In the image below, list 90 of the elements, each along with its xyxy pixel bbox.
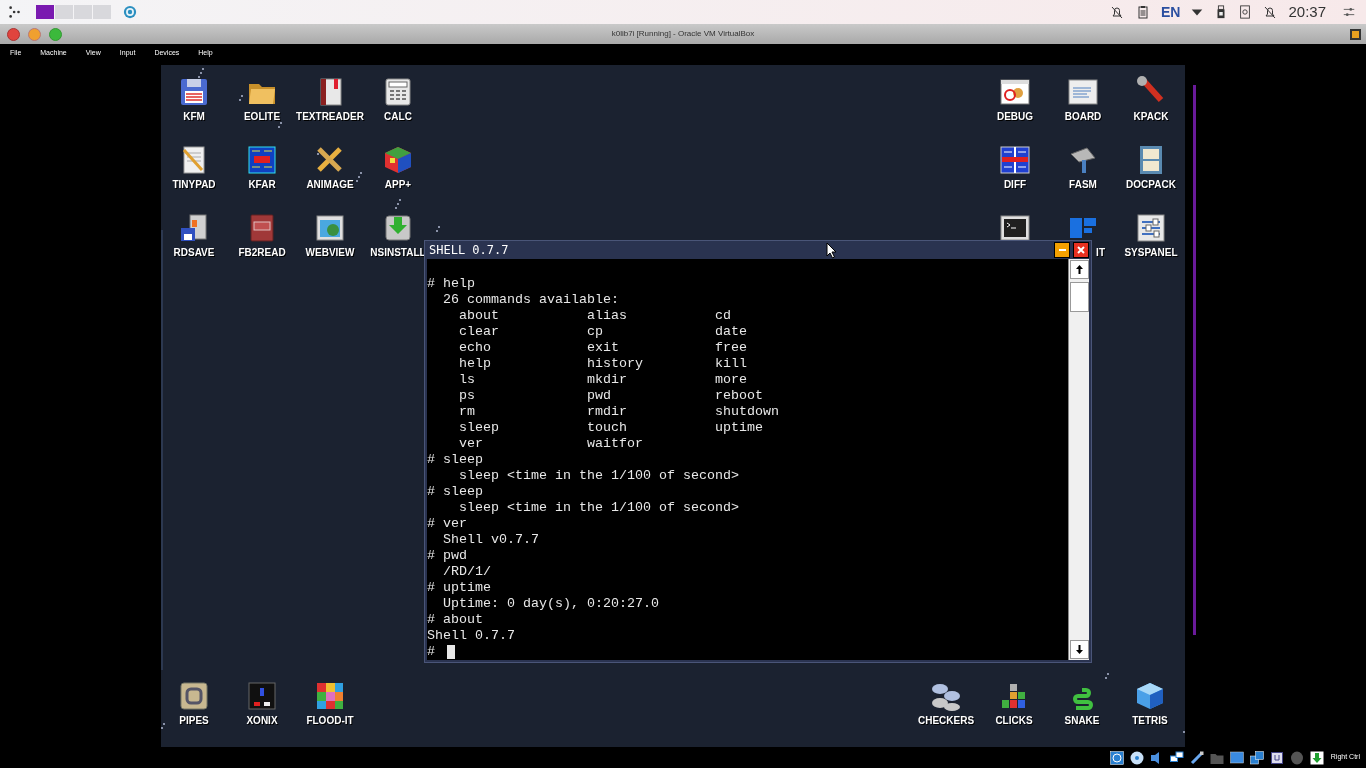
scroll-up-button[interactable] xyxy=(1069,260,1089,279)
window-title: k0lib7i [Running] - Oracle VM VirtualBox xyxy=(611,28,755,40)
terminal-line: about alias cd xyxy=(458,308,732,324)
terminal-line: ls mkdir more xyxy=(458,372,748,388)
icon-label: KFM xyxy=(183,111,205,123)
terminal-line: # sleep xyxy=(427,484,484,500)
grid-field-icon[interactable] xyxy=(246,680,278,712)
close-button[interactable] xyxy=(1073,242,1089,258)
text-cursor xyxy=(447,645,455,659)
app-icon xyxy=(1349,27,1362,41)
pipe-tile-icon[interactable] xyxy=(178,680,210,712)
sliders-icon[interactable] xyxy=(1342,5,1356,19)
icon-label: DEBUG xyxy=(996,111,1034,123)
minimize-icon xyxy=(1058,249,1066,251)
icon-label: KFAR xyxy=(248,179,276,191)
icon-label: FLOOD-IT xyxy=(306,715,354,727)
terminal-line: ver waitfor xyxy=(458,436,644,452)
terminal-line: Shell v0.7.7 xyxy=(442,532,540,548)
terminal-line: help history kill xyxy=(458,356,748,372)
terminal-line: Shell 0.7.7 xyxy=(427,628,516,644)
slider-panel-icon[interactable] xyxy=(1135,212,1167,244)
up-arrow-icon xyxy=(1075,265,1083,274)
icon-label: CALC xyxy=(384,111,412,123)
computer-floppy-icon[interactable] xyxy=(178,212,210,244)
icon-label: BOARD xyxy=(1064,111,1102,123)
shell-title: SHELL 0.7.7 xyxy=(429,242,509,259)
down-arrow-icon xyxy=(1075,645,1083,654)
icon-label: TINYPAD xyxy=(172,179,216,191)
bug-window-icon[interactable] xyxy=(999,76,1031,108)
optical-disc-icon[interactable] xyxy=(1128,749,1145,766)
terminal-line: rm rmdir shutdown xyxy=(458,404,780,420)
scroll-down-button[interactable] xyxy=(1069,640,1089,659)
prompt: # xyxy=(427,644,435,660)
text-window-icon[interactable] xyxy=(1067,76,1099,108)
icon-label: TETRIS xyxy=(1132,715,1168,727)
close-icon xyxy=(1077,246,1085,254)
icon-label: TEXTREADER xyxy=(296,111,364,123)
icon-label: SNAKE xyxy=(1064,715,1100,727)
terminal-line: sleep touch uptime xyxy=(458,420,764,436)
icon-label: SYSPANEL xyxy=(1124,247,1178,259)
clock: 20:37 xyxy=(1288,1,1326,22)
clipboard-icon[interactable] xyxy=(1135,4,1151,20)
color-grid-icon[interactable] xyxy=(314,680,346,712)
terminal-line: /RD/1/ xyxy=(442,564,492,580)
icon-label: PIPES xyxy=(179,715,209,727)
icon-label: DOCPACK xyxy=(1126,179,1176,191)
icon-label: IT xyxy=(1096,247,1105,259)
terminal-line: # uptime xyxy=(427,580,492,596)
terminal-line: # about xyxy=(427,612,484,628)
terminal-line: Uptime: 0 day(s), 0:20:27.0 xyxy=(442,596,660,612)
terminal-line: # help xyxy=(427,276,476,292)
icon-label: FASM xyxy=(1069,179,1097,191)
muted-bell-icon[interactable] xyxy=(1109,4,1125,20)
download-drive-icon[interactable] xyxy=(382,212,414,244)
minimize-button[interactable] xyxy=(1054,242,1070,258)
icon-label: FB2READ xyxy=(238,247,286,259)
terminal-line: # ver xyxy=(427,516,468,532)
icon-label: CLICKS xyxy=(995,715,1033,727)
terminal-line: echo exit free xyxy=(458,340,748,356)
terminal-line: # sleep xyxy=(427,452,484,468)
icon-label: ANIMAGE xyxy=(306,179,354,191)
language-indicator[interactable]: EN xyxy=(1161,1,1181,23)
split-table-icon[interactable] xyxy=(999,144,1031,176)
globe-window-icon[interactable] xyxy=(314,212,346,244)
icon-label: NSINSTALL xyxy=(370,247,426,259)
apps-menu-icon[interactable] xyxy=(8,5,22,19)
windows-icon[interactable] xyxy=(1248,749,1265,766)
colorful-cube-icon[interactable] xyxy=(382,144,414,176)
icon-label: CHECKERS xyxy=(917,715,975,727)
icon-label: APP+ xyxy=(384,179,412,191)
terminal-line: sleep <time in the 1/100 of second> xyxy=(458,500,740,516)
terminal-line: sleep <time in the 1/100 of second> xyxy=(458,468,740,484)
display-icon[interactable] xyxy=(1228,749,1245,766)
icon-label: KPACK xyxy=(1133,111,1169,123)
disc-icon[interactable] xyxy=(123,5,137,19)
icon-label: DIFF xyxy=(1003,179,1027,191)
terminal-line: clear cp date xyxy=(458,324,748,340)
terminal-line: ps pwd reboot xyxy=(458,388,764,404)
calculator-icon[interactable] xyxy=(382,76,414,108)
icon-label: EOLITE xyxy=(243,111,281,123)
icon-label: XONIX xyxy=(246,715,278,727)
scroll-thumb[interactable] xyxy=(1069,282,1089,312)
tetris-cube-icon[interactable] xyxy=(1134,680,1166,712)
camera-icon[interactable] xyxy=(1238,4,1253,20)
file-panel-icon[interactable] xyxy=(246,144,278,176)
scrollbar[interactable] xyxy=(1068,259,1089,660)
icon-label: RDSAVE xyxy=(173,247,215,259)
icon-label: WEBVIEW xyxy=(305,247,355,259)
terminal-line: # pwd xyxy=(427,548,468,564)
terminal-line: 26 commands available: xyxy=(442,292,620,308)
